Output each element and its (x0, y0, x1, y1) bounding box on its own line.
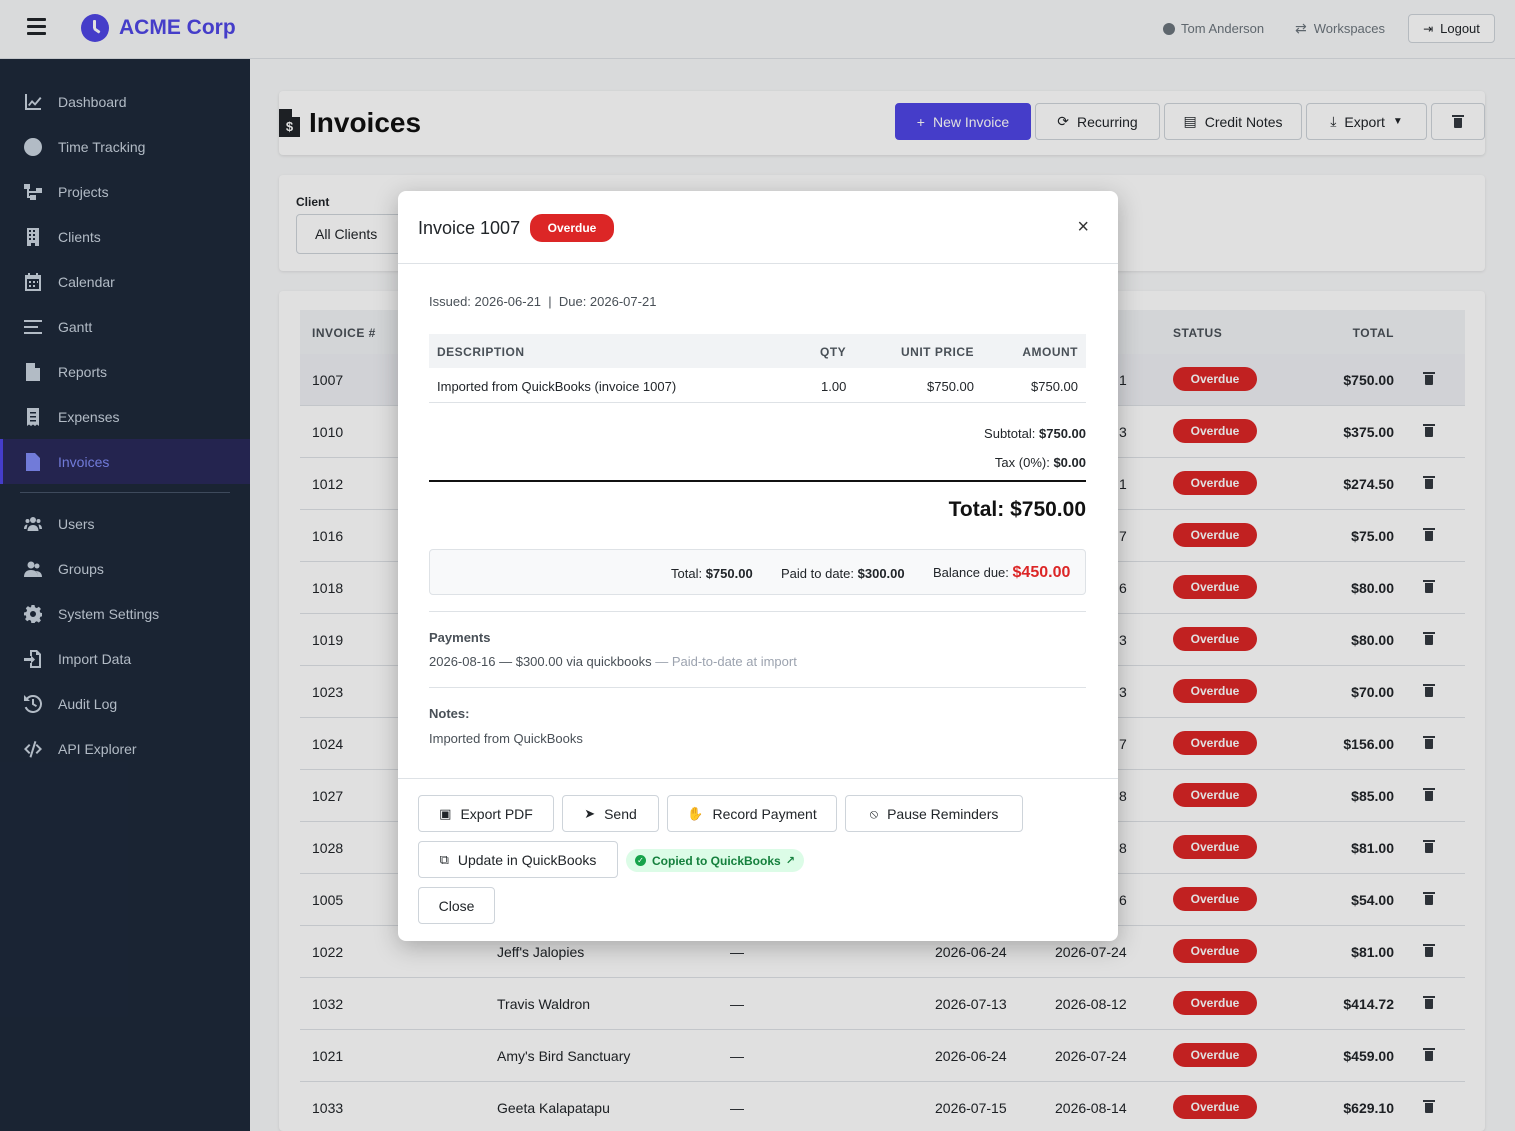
balance-due-value: $450.00 (1012, 564, 1071, 581)
record-payment-button[interactable]: ✋ Record Payment (667, 795, 837, 832)
item-amount: $750.00 (1031, 379, 1078, 394)
close-button[interactable]: Close (418, 887, 495, 924)
item-qty: 1.00 (821, 379, 847, 394)
col-amount: AMOUNT (1022, 345, 1078, 359)
modal-title: Invoice 1007 (418, 218, 521, 238)
copy-icon: ⧉ (439, 851, 449, 867)
subtotal: Subtotal: $750.00 (984, 426, 1086, 441)
pause-reminders-label: Pause Reminders (887, 805, 999, 822)
line-item-row: Imported from QuickBooks (invoice 1007) … (429, 368, 1086, 403)
col-description: DESCRIPTION (437, 345, 525, 359)
export-pdf-label: Export PDF (460, 805, 533, 822)
status-badge: Overdue (530, 214, 614, 242)
divider (429, 611, 1086, 612)
invoice-detail-modal: Invoice 1007 Overdue × Issued: 2026-06-2… (398, 191, 1118, 941)
payment-text: 2026-08-16 — $300.00 via quickbooks (429, 654, 652, 669)
issued-due-dates: Issued: 2026-06-21 | Due: 2026-07-21 (429, 294, 657, 309)
balance-total-value: $750.00 (705, 566, 753, 581)
balance-summary: Total: $750.00 Paid to date: $300.00 Bal… (429, 549, 1086, 595)
subtotal-label: Subtotal: (984, 426, 1036, 441)
check-circle-icon: ✓ (635, 855, 646, 866)
col-unit-price: UNIT PRICE (900, 345, 974, 359)
modal-footer-divider (398, 778, 1118, 779)
close-label: Close (438, 897, 475, 914)
total-divider (429, 480, 1086, 482)
balance-due-label: Balance due: (933, 565, 1009, 580)
tax-label: Tax (0%): (994, 455, 1050, 470)
payment-note: — Paid-to-date at import (651, 654, 797, 669)
external-link-icon: ↗ (785, 855, 795, 867)
balance-total: Total: $750.00 (671, 566, 753, 581)
line-items-header: DESCRIPTION QTY UNIT PRICE AMOUNT (429, 334, 1086, 368)
export-pdf-button[interactable]: ▣ Export PDF (418, 795, 554, 832)
qb-badge-label: Copied to QuickBooks (652, 853, 781, 868)
item-unit-price: $750.00 (927, 379, 974, 394)
modal-header: Invoice 1007 Overdue × (398, 191, 1118, 264)
paid-to-date: Paid to date: $300.00 (781, 566, 905, 581)
update-in-quickbooks-button[interactable]: ⧉ Update in QuickBooks (418, 841, 618, 878)
col-qty: QTY (820, 345, 847, 359)
update-qb-label: Update in QuickBooks (457, 851, 597, 868)
grand-total: Total: $750.00 (948, 498, 1086, 521)
notes-body: Imported from QuickBooks (429, 731, 583, 746)
hand-holding-dollar-icon: ✋ (687, 805, 704, 821)
paper-plane-icon: ➤ (584, 805, 596, 821)
send-button[interactable]: ➤ Send (562, 795, 659, 832)
pause-reminders-button[interactable]: ⦸ Pause Reminders (845, 795, 1023, 832)
tax-value: $0.00 (1053, 455, 1086, 470)
bell-slash-icon: ⦸ (869, 805, 879, 821)
item-description: Imported from QuickBooks (invoice 1007) (437, 379, 677, 394)
balance-due: Balance due: $450.00 (933, 564, 1070, 582)
tax: Tax (0%): $0.00 (995, 455, 1086, 470)
file-pdf-icon: ▣ (439, 805, 452, 821)
quickbooks-sync-badge[interactable]: ✓ Copied to QuickBooks ↗ (626, 849, 804, 872)
payment-entry: 2026-08-16 — $300.00 via quickbooks — Pa… (429, 654, 797, 669)
paid-to-date-value: $300.00 (857, 566, 905, 581)
notes-title: Notes: (429, 706, 470, 721)
payments-title: Payments (429, 630, 491, 645)
subtotal-value: $750.00 (1039, 426, 1086, 441)
divider (429, 687, 1086, 688)
line-items-table: DESCRIPTION QTY UNIT PRICE AMOUNT Import… (429, 334, 1086, 403)
send-label: Send (604, 805, 637, 822)
balance-total-label: Total: (671, 566, 703, 581)
record-payment-label: Record Payment (712, 805, 817, 822)
paid-to-date-label: Paid to date: (781, 566, 854, 581)
close-icon[interactable]: × (1077, 216, 1089, 239)
